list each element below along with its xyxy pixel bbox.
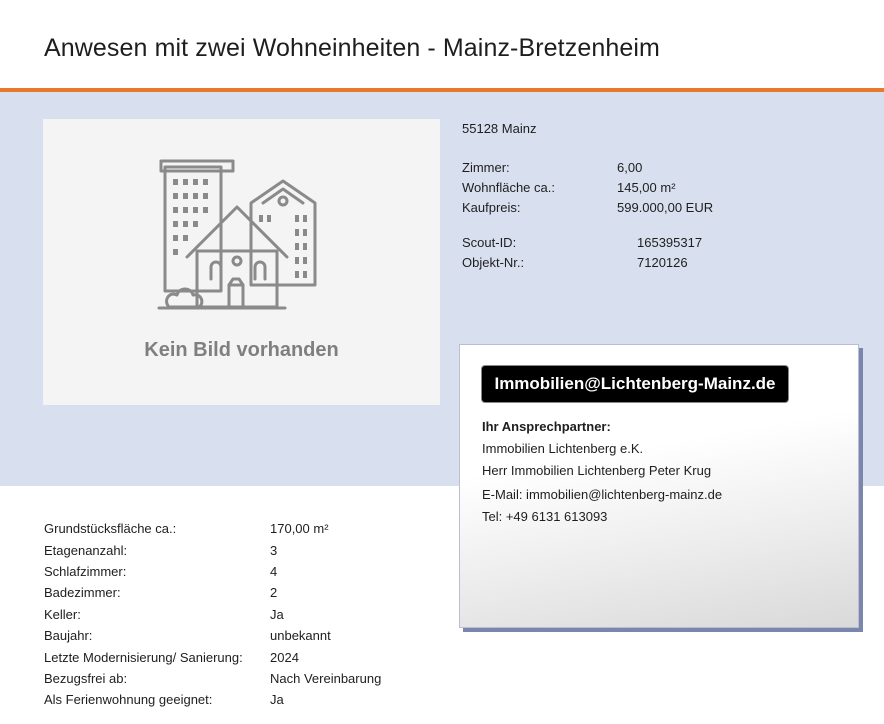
location: 55128 Mainz	[462, 121, 537, 136]
detail-value: 2	[270, 585, 278, 600]
fact-label: Scout-ID:	[462, 235, 517, 250]
fact-label: Objekt-Nr.:	[462, 255, 525, 270]
detail-value: Ja	[270, 607, 284, 622]
detail-row: Keller: Ja	[44, 607, 464, 623]
fact-value: 7120126	[637, 255, 688, 270]
detail-value: 4	[270, 564, 278, 579]
detail-row: Etagenanzahl: 3	[44, 543, 464, 559]
fact-value: 6,00	[617, 160, 643, 175]
contact-phone[interactable]: Tel: +49 6131 613093	[482, 509, 607, 524]
detail-row: Bezugsfrei ab: Nach Vereinbarung	[44, 671, 464, 687]
buildings-house-icon	[157, 159, 317, 310]
detail-label: Als Ferienwohnung geeignet:	[44, 692, 213, 707]
fact-label: Wohnfläche ca.:	[462, 180, 555, 195]
detail-label: Etagenanzahl:	[44, 543, 128, 558]
detail-value: 170,00 m²	[270, 521, 329, 536]
detail-row: Schlafzimmer: 4	[44, 564, 464, 580]
detail-label: Baujahr:	[44, 628, 93, 643]
property-photo-placeholder: Kein Bild vorhanden	[43, 119, 440, 405]
detail-label: Keller:	[44, 607, 81, 622]
no-image-text: Kein Bild vorhanden	[144, 339, 339, 361]
detail-row: Letzte Modernisierung/ Sanierung: 2024	[44, 650, 464, 666]
detail-value: 2024	[270, 650, 299, 665]
detail-label: Letzte Modernisierung/ Sanierung:	[44, 650, 243, 665]
contact-person: Herr Immobilien Lichtenberg Peter Krug	[482, 463, 712, 478]
contact-company: Immobilien Lichtenberg e.K.	[482, 441, 644, 456]
detail-value: Nach Vereinbarung	[270, 671, 382, 686]
fact-value: 599.000,00 EUR	[617, 200, 714, 215]
fact-label: Zimmer:	[462, 160, 510, 175]
contact-heading: Ihr Ansprechpartner:	[482, 419, 611, 434]
detail-label: Badezimmer:	[44, 585, 121, 600]
page-title: Anwesen mit zwei Wohneinheiten - Mainz-B…	[44, 34, 660, 62]
contact-email-badge[interactable]: Immobilien@Lichtenberg-Mainz.de	[482, 366, 788, 402]
detail-value: Ja	[270, 692, 284, 707]
detail-value: 3	[270, 543, 278, 558]
detail-row: Grundstücksfläche ca.: 170,00 m²	[44, 521, 464, 537]
fact-value: 145,00 m²	[617, 180, 676, 195]
detail-row: Als Ferienwohnung geeignet: Ja	[44, 692, 464, 708]
fact-value: 165395317	[637, 235, 703, 250]
fact-label: Kaufpreis:	[462, 200, 521, 215]
detail-row: Badezimmer: 2	[44, 585, 464, 601]
contact-card: Immobilien@Lichtenberg-Mainz.de Ihr Ansp…	[459, 344, 859, 628]
detail-value: unbekannt	[270, 628, 331, 643]
page-header: Anwesen mit zwei Wohneinheiten - Mainz-B…	[0, 0, 884, 92]
detail-label: Grundstücksfläche ca.:	[44, 521, 177, 536]
detail-row: Baujahr: unbekannt	[44, 628, 464, 644]
contact-email[interactable]: E-Mail: immobilien@lichtenberg-mainz.de	[482, 487, 722, 502]
detail-label: Bezugsfrei ab:	[44, 671, 128, 686]
detail-label: Schlafzimmer:	[44, 564, 127, 579]
